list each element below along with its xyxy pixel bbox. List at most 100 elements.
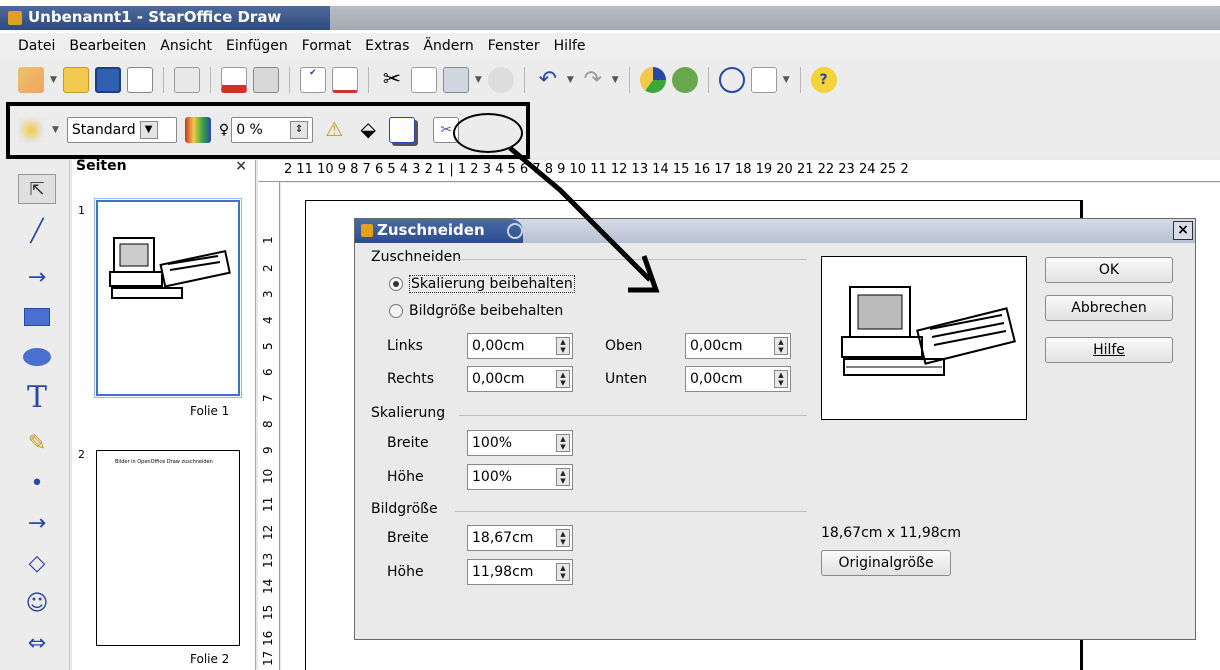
basic-shapes-icon[interactable]: ◇ [18, 548, 56, 578]
symbol-shapes-icon[interactable]: ☺ [18, 588, 56, 618]
group-divider [459, 259, 807, 260]
menu-extras[interactable]: Extras [365, 38, 409, 54]
slide-thumbnail-2[interactable]: Bilder in OpenOffice Draw zuschneiden [96, 450, 240, 646]
spin-button-icon[interactable]: ▲ ▼ [556, 529, 570, 547]
vertical-ruler: 1 2 3 4 5 6 7 8 9 10 11 12 13 14 15 16 1… [258, 182, 280, 670]
scale-height-label: Höhe [387, 469, 424, 485]
spin-button-icon[interactable]: ▲ ▼ [556, 370, 570, 388]
slide-number: 2 [78, 448, 85, 461]
spin-button-icon[interactable]: ▲ ▼ [774, 337, 788, 355]
block-arrows-icon[interactable]: ⇔ [18, 628, 56, 658]
ruler-tick: 4 [261, 316, 275, 324]
email-icon[interactable] [126, 67, 153, 93]
copy-icon[interactable] [410, 67, 437, 93]
new-document-icon[interactable] [18, 67, 44, 93]
scale-width-value: 100% [472, 435, 513, 451]
menu-datei[interactable]: Datei [18, 38, 55, 54]
gallery-icon[interactable] [671, 67, 698, 93]
size-height-label: Höhe [387, 564, 424, 580]
connector-icon[interactable]: • [18, 468, 56, 498]
cancel-button[interactable]: Abbrechen [1045, 295, 1173, 321]
slide-thumbnail-1[interactable] [94, 198, 242, 398]
drawing-toolbar: ⇱ ╱ → T ✎ • → ◇ ☺ ⇔ [0, 160, 70, 670]
text-tool-icon[interactable]: T [18, 380, 56, 415]
unten-input[interactable]: 0,00cm ▲ ▼ [685, 366, 791, 392]
line-tool-icon[interactable]: ╱ [18, 216, 56, 246]
chevron-down-icon[interactable]: ▼ [567, 75, 574, 85]
close-button[interactable]: × [1173, 221, 1193, 240]
size-width-input[interactable]: 18,67cm ▲ ▼ [467, 525, 573, 551]
menu-hilfe[interactable]: Hilfe [554, 38, 586, 54]
group-divider [455, 511, 807, 512]
toolbar-separator [288, 67, 290, 93]
menu-format[interactable]: Format [302, 38, 351, 54]
standard-toolbar: ▼ ✔ ✂ ▼ ↶ ▼ ↷ ▼ ▼ ? [0, 58, 1220, 102]
navigator-icon[interactable] [718, 67, 745, 93]
oben-input[interactable]: 0,00cm ▲ ▼ [685, 333, 791, 359]
rectangle-icon[interactable] [18, 302, 56, 332]
ruler-tick: 1 [261, 236, 275, 244]
chevron-down-icon[interactable]: ▼ [475, 75, 482, 85]
spellcheck-icon[interactable]: ✔ [299, 67, 326, 93]
export-pdf-icon[interactable] [220, 67, 247, 93]
swirl-icon [507, 223, 523, 239]
chevron-down-icon[interactable]: ▼ [50, 75, 57, 85]
links-input[interactable]: 0,00cm ▲ ▼ [467, 333, 573, 359]
ok-button[interactable]: OK [1045, 257, 1173, 283]
toolbar-separator [707, 67, 709, 93]
rechts-input[interactable]: 0,00cm ▲ ▼ [467, 366, 573, 392]
menu-aendern[interactable]: Ändern [423, 38, 473, 54]
select-pointer-icon[interactable]: ⇱ [18, 174, 56, 204]
chart-icon[interactable] [639, 67, 666, 93]
keep-scale-radio[interactable]: Skalierung beibehalten [389, 275, 575, 293]
title-bar: Unbenannt1 - StarOffice Draw [0, 0, 1220, 33]
keep-size-radio[interactable]: Bildgröße beibehalten [389, 303, 563, 319]
unten-value: 0,00cm [690, 371, 743, 387]
zoom-icon[interactable] [750, 67, 777, 93]
ruler-tick: 13 [261, 552, 275, 568]
undo-icon[interactable]: ↶ [535, 67, 561, 93]
open-folder-icon[interactable] [62, 67, 89, 93]
save-icon[interactable] [94, 67, 121, 93]
help-button[interactable]: Hilfe [1045, 337, 1173, 363]
cut-icon[interactable]: ✂ [379, 67, 405, 93]
size-width-value: 18,67cm [472, 530, 534, 546]
size-height-input[interactable]: 11,98cm ▲ ▼ [467, 559, 573, 585]
help-icon[interactable]: ? [810, 67, 837, 93]
crop-dialog: Zuschneiden × Zuschneiden Skalierung bei… [354, 218, 1196, 640]
curve-icon[interactable]: ✎ [18, 428, 56, 458]
edit-file-icon[interactable] [173, 67, 200, 93]
spin-button-icon[interactable]: ▲ ▼ [556, 563, 570, 581]
paste-icon[interactable] [442, 67, 469, 93]
menu-fenster[interactable]: Fenster [488, 38, 540, 54]
menu-ansicht[interactable]: Ansicht [160, 38, 212, 54]
title-bar-fill [330, 6, 1220, 30]
menu-einfuegen[interactable]: Einfügen [226, 38, 288, 54]
chevron-down-icon[interactable]: ▼ [783, 75, 790, 85]
spin-button-icon[interactable]: ▲ ▼ [556, 434, 570, 452]
spin-button-icon[interactable]: ▲ ▼ [556, 337, 570, 355]
chevron-down-icon[interactable]: ▼ [612, 75, 619, 85]
scale-height-input[interactable]: 100% ▲ ▼ [467, 464, 573, 490]
ruler-tick: 5 [261, 342, 275, 350]
ellipse-icon[interactable] [18, 342, 56, 372]
format-paintbrush-icon[interactable] [487, 67, 514, 93]
ruler-tick: 14 [261, 578, 275, 594]
spin-button-icon[interactable]: ▲ ▼ [556, 468, 570, 486]
spin-button-icon[interactable]: ▲ ▼ [774, 370, 788, 388]
autospellcheck-icon[interactable] [331, 67, 358, 93]
size-height-value: 11,98cm [472, 564, 534, 580]
close-icon[interactable]: × [235, 159, 247, 173]
slides-panel-header: Seiten × [72, 159, 255, 176]
size-group-label: Bildgröße [371, 501, 438, 517]
size-width-label: Breite [387, 530, 429, 546]
original-size-button[interactable]: Originalgröße [821, 550, 951, 576]
menu-bearbeiten[interactable]: Bearbeiten [69, 38, 146, 54]
scale-width-input[interactable]: 100% ▲ ▼ [467, 430, 573, 456]
radio-unselected-icon [389, 304, 403, 318]
oben-label: Oben [605, 338, 643, 354]
print-icon[interactable] [252, 67, 279, 93]
redo-icon[interactable]: ↷ [580, 67, 606, 93]
arrow-line-icon[interactable]: → [18, 262, 56, 292]
lines-arrows-icon[interactable]: → [18, 508, 56, 538]
